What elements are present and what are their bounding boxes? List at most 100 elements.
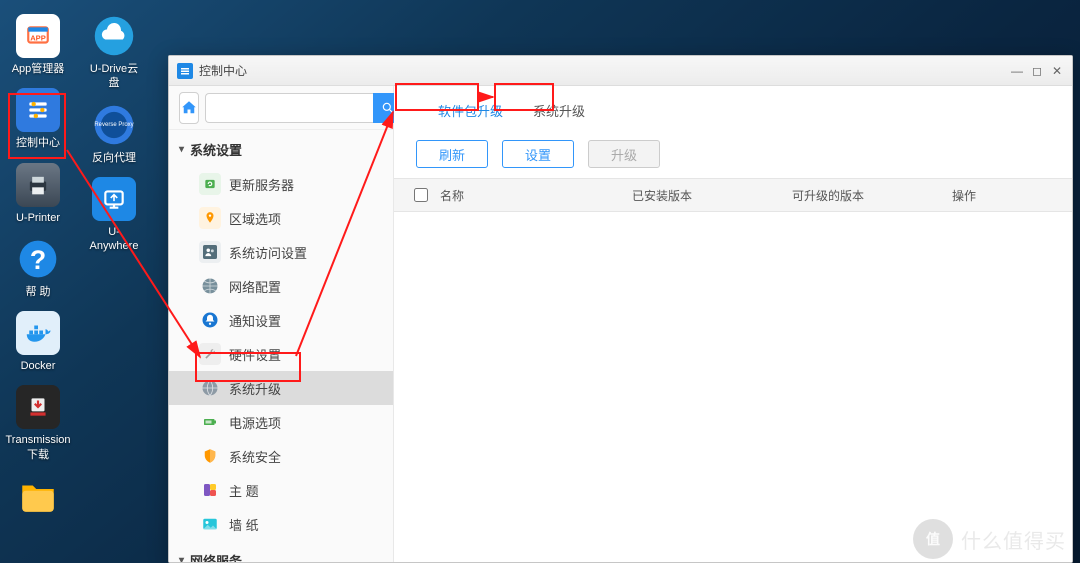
sidebar-item-label: 主 题 — [229, 481, 259, 500]
desktop-icon-docker[interactable]: Docker — [10, 307, 66, 373]
desktop-icon-folder[interactable] — [10, 470, 66, 522]
help-icon: ? — [18, 239, 58, 279]
settings-button[interactable]: 设置 — [502, 140, 574, 168]
wrench-icon — [199, 343, 221, 365]
desktop-icon-control-center[interactable]: 控制中心 — [10, 84, 66, 150]
watermark-badge: 值 — [913, 519, 953, 559]
app-icon: APP — [25, 23, 51, 49]
folder-icon — [17, 475, 59, 517]
sidebar-item-label: 通知设置 — [229, 311, 281, 330]
desktop-icons: APP App管理器 控制中心 U-Printer ? 帮 助 — [10, 10, 142, 522]
globe-icon — [199, 275, 221, 297]
table-col-upgradable: 可升级的版本 — [792, 187, 952, 204]
sidebar-group-system[interactable]: ▾ 系统设置 — [169, 130, 393, 167]
window-maximize-button[interactable]: ◻ — [1030, 64, 1044, 78]
window-close-button[interactable]: ✕ — [1050, 64, 1064, 78]
content-pane: 软件包升级 系统升级 刷新 设置 升级 名称 已安装版本 可升级的版本 操作 — [394, 86, 1072, 562]
toolbar: 刷新 设置 升级 — [394, 126, 1072, 178]
sidebar-item-label: 更新服务器 — [229, 175, 294, 194]
sidebar-item-wallpaper[interactable]: 墙 纸 — [169, 507, 393, 541]
download-icon — [25, 394, 51, 420]
server-refresh-icon — [199, 173, 221, 195]
home-icon — [180, 99, 198, 117]
desktop-icon-udrive[interactable]: U-Drive云盘 — [86, 10, 142, 91]
watermark-text: 什么值得买 — [961, 525, 1066, 554]
svg-text:?: ? — [30, 245, 46, 275]
window-title: 控制中心 — [199, 62, 1010, 79]
sidebar-item-hardware[interactable]: 硬件设置 — [169, 337, 393, 371]
window-minimize-button[interactable]: — — [1010, 64, 1024, 78]
desktop-icon-help[interactable]: ? 帮 助 — [10, 233, 66, 299]
battery-icon — [199, 411, 221, 433]
search-icon — [381, 101, 395, 115]
sidebar-item-region[interactable]: 区域选项 — [169, 201, 393, 235]
reverse-proxy-icon — [93, 104, 135, 146]
table-body-empty — [394, 212, 1072, 562]
sidebar-item-update-server[interactable]: 更新服务器 — [169, 167, 393, 201]
control-center-window: 控制中心 — ◻ ✕ ▾ — [168, 55, 1073, 563]
desktop-icon-label: 控制中心 — [16, 136, 60, 150]
sidebar-item-notification[interactable]: 通知设置 — [169, 303, 393, 337]
desktop-icon-label: Docker — [21, 359, 56, 373]
home-button[interactable] — [179, 92, 199, 124]
desktop-icon-label: 反向代理 — [92, 151, 136, 165]
select-all-checkbox[interactable] — [414, 188, 428, 202]
tab-package-upgrade[interactable]: 软件包升级 — [424, 93, 517, 126]
sidebar-item-access[interactable]: 系统访问设置 — [169, 235, 393, 269]
search-input[interactable] — [205, 93, 373, 123]
sidebar-item-label: 电源选项 — [229, 413, 281, 432]
sidebar-item-label: 系统访问设置 — [229, 243, 307, 262]
sidebar-item-security[interactable]: 系统安全 — [169, 439, 393, 473]
users-icon — [199, 241, 221, 263]
desktop-icon-label: 帮 助 — [25, 285, 50, 299]
theme-icon — [199, 479, 221, 501]
sidebar-item-label: 墙 纸 — [229, 515, 259, 534]
desktop-icon-transmission[interactable]: Transmission 下载 — [10, 381, 66, 462]
sidebar-group-network[interactable]: ▾ 网络服务 — [169, 541, 393, 562]
cloud-icon — [93, 15, 135, 57]
tab-bar: 软件包升级 系统升级 — [394, 86, 1072, 126]
desktop-icon-label: App管理器 — [12, 62, 65, 76]
tab-system-upgrade[interactable]: 系统升级 — [519, 93, 599, 126]
window-titlebar[interactable]: 控制中心 — ◻ ✕ — [169, 56, 1072, 86]
svg-text:APP: APP — [30, 33, 46, 42]
window-app-icon — [177, 63, 193, 79]
desktop-icon-app-manager[interactable]: APP App管理器 — [10, 10, 66, 76]
desktop-icon-label: U-Printer — [16, 211, 60, 225]
sidebar-item-label: 区域选项 — [229, 209, 281, 228]
desktop-icon-reverse-proxy[interactable]: Reverse Proxy 反向代理 — [86, 99, 142, 165]
desktop-icon-label: U-Anywhere — [86, 225, 142, 254]
sidebar-item-system-upgrade[interactable]: 系统升级 — [169, 371, 393, 405]
sidebar-group-title: 网络服务 — [190, 551, 242, 562]
sidebar-group-title: 系统设置 — [190, 140, 242, 159]
sidebar-item-theme[interactable]: 主 题 — [169, 473, 393, 507]
desktop-icon-uanywhere[interactable]: U-Anywhere — [86, 173, 142, 254]
globe-up-icon — [199, 377, 221, 399]
desktop-icon-uprinter[interactable]: U-Printer — [10, 159, 66, 225]
desktop-icon-label: Transmission 下载 — [6, 433, 71, 462]
table-col-name: 名称 — [440, 187, 632, 204]
chevron-down-icon: ▾ — [179, 144, 184, 155]
docker-icon — [23, 318, 53, 348]
shield-icon — [199, 445, 221, 467]
printer-icon — [24, 171, 52, 199]
location-icon — [199, 207, 221, 229]
sliders-icon — [25, 97, 51, 123]
chevron-down-icon: ▾ — [179, 555, 184, 562]
sidebar: ▾ 系统设置 更新服务器 区域选项 系统访问设置 网络配置 通知设置 硬件设置 … — [169, 86, 394, 562]
table-col-installed: 已安装版本 — [632, 187, 792, 204]
desktop-icon-label: U-Drive云盘 — [86, 62, 142, 91]
sidebar-item-power[interactable]: 电源选项 — [169, 405, 393, 439]
image-icon — [199, 513, 221, 535]
watermark: 值 什么值得买 — [913, 519, 1066, 559]
upgrade-button: 升级 — [588, 140, 660, 168]
table-col-action: 操作 — [952, 187, 1052, 204]
sidebar-item-network-config[interactable]: 网络配置 — [169, 269, 393, 303]
sidebar-item-label: 系统安全 — [229, 447, 281, 466]
bell-icon — [199, 309, 221, 331]
sidebar-item-label: 硬件设置 — [229, 345, 281, 364]
refresh-button[interactable]: 刷新 — [416, 140, 488, 168]
table-header: 名称 已安装版本 可升级的版本 操作 — [394, 178, 1072, 212]
sidebar-item-label: 系统升级 — [229, 379, 281, 398]
screen-share-icon — [101, 186, 127, 212]
